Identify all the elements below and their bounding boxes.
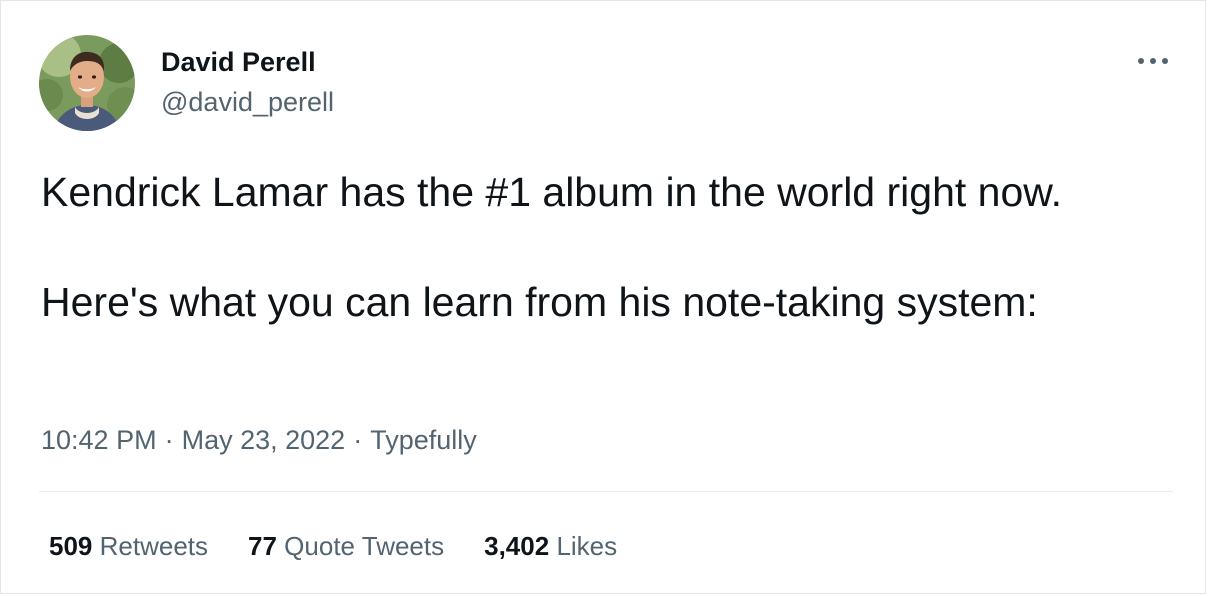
divider <box>39 491 1173 492</box>
quote-tweets-label: Quote Tweets <box>284 531 445 561</box>
tweet-metadata: 10:42 PM · May 23, 2022 · Typefully <box>41 420 477 460</box>
tweet-paragraph: Here's what you can learn from his note-… <box>41 279 1038 325</box>
likes-stat[interactable]: 3,402 Likes <box>484 527 617 565</box>
retweets-label: Retweets <box>99 531 209 561</box>
tweet-text: Kendrick Lamar has the #1 album in the w… <box>41 165 1141 330</box>
meta-separator: · <box>353 425 363 455</box>
tweet-date[interactable]: May 23, 2022 <box>182 425 346 455</box>
more-horizontal-icon[interactable] <box>1135 51 1171 71</box>
retweets-count: 509 <box>49 531 93 561</box>
profile-photo-icon <box>39 35 135 131</box>
tweet-source[interactable]: Typefully <box>370 425 477 455</box>
tweet-time[interactable]: 10:42 PM <box>41 425 157 455</box>
author-handle[interactable]: @david_perell <box>161 85 334 119</box>
tweet-stats: 509 Retweets 77 Quote Tweets 3,402 Likes <box>49 527 657 565</box>
meta-separator: · <box>164 425 174 455</box>
quote-tweets-count: 77 <box>248 531 277 561</box>
author-avatar[interactable] <box>39 35 135 131</box>
quote-tweets-stat[interactable]: 77 Quote Tweets <box>248 527 444 565</box>
likes-label: Likes <box>556 531 618 561</box>
author-name[interactable]: David Perell <box>161 45 316 79</box>
retweets-stat[interactable]: 509 Retweets <box>49 527 208 565</box>
tweet-paragraph: Kendrick Lamar has the #1 album in the w… <box>41 169 1062 215</box>
tweet-card: David Perell @david_perell Kendrick Lama… <box>0 0 1206 594</box>
likes-count: 3,402 <box>484 531 550 561</box>
